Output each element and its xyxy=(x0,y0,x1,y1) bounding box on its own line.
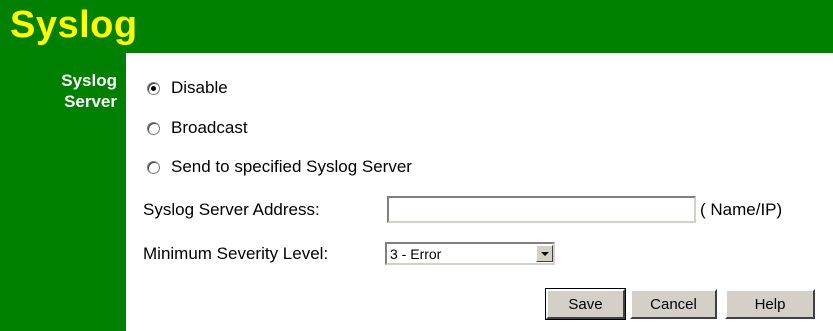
section-label-line2: Server xyxy=(64,92,117,111)
save-button[interactable]: Save xyxy=(545,288,626,320)
radio-disable-button[interactable] xyxy=(147,81,160,95)
radio-broadcast-label: Broadcast xyxy=(171,118,248,137)
server-address-input[interactable] xyxy=(387,196,696,223)
severity-label: Minimum Severity Level: xyxy=(143,244,329,263)
page-header: Syslog xyxy=(0,0,833,53)
section-label-line1: Syslog xyxy=(61,71,117,90)
radio-disable-label: Disable xyxy=(171,78,228,97)
radio-send-to-server-button[interactable] xyxy=(147,160,160,174)
sidebar: Syslog Server xyxy=(0,53,126,331)
radio-disable[interactable]: Disable xyxy=(147,76,228,100)
radio-broadcast[interactable]: Broadcast xyxy=(147,116,248,140)
radio-broadcast-button[interactable] xyxy=(147,121,160,135)
chevron-down-icon[interactable] xyxy=(536,245,553,262)
radio-send-to-server[interactable]: Send to specified Syslog Server xyxy=(147,155,412,179)
cancel-button[interactable]: Cancel xyxy=(630,289,717,319)
severity-select-value: 3 - Error xyxy=(390,245,442,262)
page-title: Syslog xyxy=(10,4,138,46)
server-address-label: Syslog Server Address: xyxy=(143,200,320,219)
radio-send-to-server-label: Send to specified Syslog Server xyxy=(171,157,412,176)
section-label: Syslog Server xyxy=(7,70,117,112)
help-button[interactable]: Help xyxy=(725,289,815,319)
server-address-unit: ( Name/IP) xyxy=(700,200,783,219)
severity-select[interactable]: 3 - Error xyxy=(385,242,555,265)
